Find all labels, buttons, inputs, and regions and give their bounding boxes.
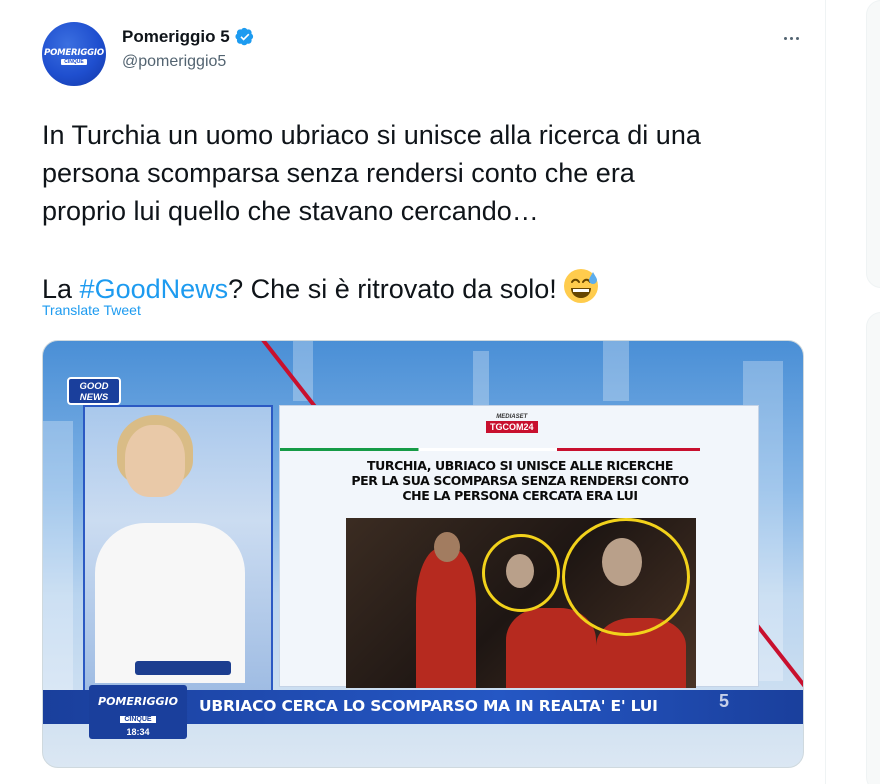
show-logo-time: 18:34 — [126, 727, 150, 737]
display-name[interactable]: Pomeriggio 5 — [122, 27, 230, 47]
background-tower — [473, 351, 489, 411]
tweet-text-line: In Turchia un uomo ubriaco si unisce all… — [42, 120, 701, 150]
hashtag-link[interactable]: #GoodNews — [80, 274, 229, 304]
tgcom24-logo: MEDIASET TGCOM24 — [486, 414, 538, 433]
more-dot — [783, 36, 787, 40]
sidebar-card — [866, 0, 880, 288]
more-options-icon[interactable] — [778, 28, 804, 48]
pomeriggio-cinque-logo: POMERIGGIO CINQUE 18:34 — [89, 685, 187, 739]
tweet-text-prefix: La — [42, 274, 80, 304]
highlight-circle — [482, 534, 560, 612]
user-info: Pomeriggio 5 @pomeriggio5 — [122, 27, 255, 71]
tweet-text-line: proprio lui quello che stavano cercando… — [42, 196, 539, 226]
tweet-text: In Turchia un uomo ubriaco si unisce all… — [42, 116, 812, 308]
night-footage — [346, 518, 696, 688]
host-body — [95, 523, 245, 683]
avatar[interactable]: POMERIGGIO CINQUE — [42, 22, 106, 86]
more-dot — [795, 36, 799, 40]
tg-logo-label: TGCOM24 — [486, 421, 538, 433]
rescuer-figure — [416, 548, 476, 688]
tweet-text-last-line: La #GoodNews? Che si è ritrovato da solo… — [42, 268, 812, 308]
background-tower — [603, 341, 629, 401]
avatar-logo-word: POMERIGGIO — [44, 47, 104, 58]
verified-badge-icon — [235, 27, 253, 46]
avatar-logo-sub: CINQUE — [61, 58, 87, 65]
ticker-text: UBRIACO CERCA LO SCOMPARSO MA IN REALTA'… — [199, 697, 658, 715]
tweet-column: POMERIGGIO CINQUE Pomeriggio 5 @pomerigg… — [0, 0, 826, 784]
channel-5-logo: 5 — [719, 691, 730, 711]
host-head — [125, 425, 185, 497]
italian-flag-stripe — [280, 448, 700, 451]
headline-line: TURCHIA, UBRIACO SI UNISCE ALLE RICERCHE — [367, 458, 673, 473]
tg-mediaset-label: MEDIASET — [496, 414, 528, 420]
show-logo-word: POMERIGGIO — [98, 695, 178, 708]
highlight-circle — [562, 518, 690, 636]
display-name-row: Pomeriggio 5 — [122, 27, 255, 47]
good-news-badge: GOOD NEWS — [67, 377, 121, 405]
rescuer-face — [434, 532, 460, 562]
headline-line: CHE LA PERSONA CERCATA ERA LUI — [402, 488, 638, 503]
tweet-text-line-spacer — [42, 230, 812, 268]
tweet-media-image[interactable]: GOOD NEWS MEDIASET TGCOM24 TURCHIA, UBRI… — [42, 340, 804, 768]
translate-tweet-link[interactable]: Translate Tweet — [42, 302, 141, 318]
host-belt — [135, 661, 231, 675]
sidebar-card — [866, 312, 880, 784]
more-dot — [789, 36, 793, 40]
handle[interactable]: @pomeriggio5 — [122, 53, 255, 71]
headline-line: PER LA SUA SCOMPARSA SENZA RENDERSI CONT… — [351, 473, 689, 488]
background-tower — [43, 421, 73, 701]
news-headline: TURCHIA, UBRIACO SI UNISCE ALLE RICERCHE… — [310, 458, 730, 503]
tweet-text-line: persona scomparsa senza rendersi conto c… — [42, 158, 635, 188]
news-card: MEDIASET TGCOM24 TURCHIA, UBRIACO SI UNI… — [279, 405, 759, 688]
grinning-face-with-sweat-emoji-icon — [563, 269, 598, 303]
show-logo-sub: CINQUE — [120, 716, 156, 723]
tweet-text-suffix: ? Che si è ritrovato da solo! — [228, 274, 557, 304]
